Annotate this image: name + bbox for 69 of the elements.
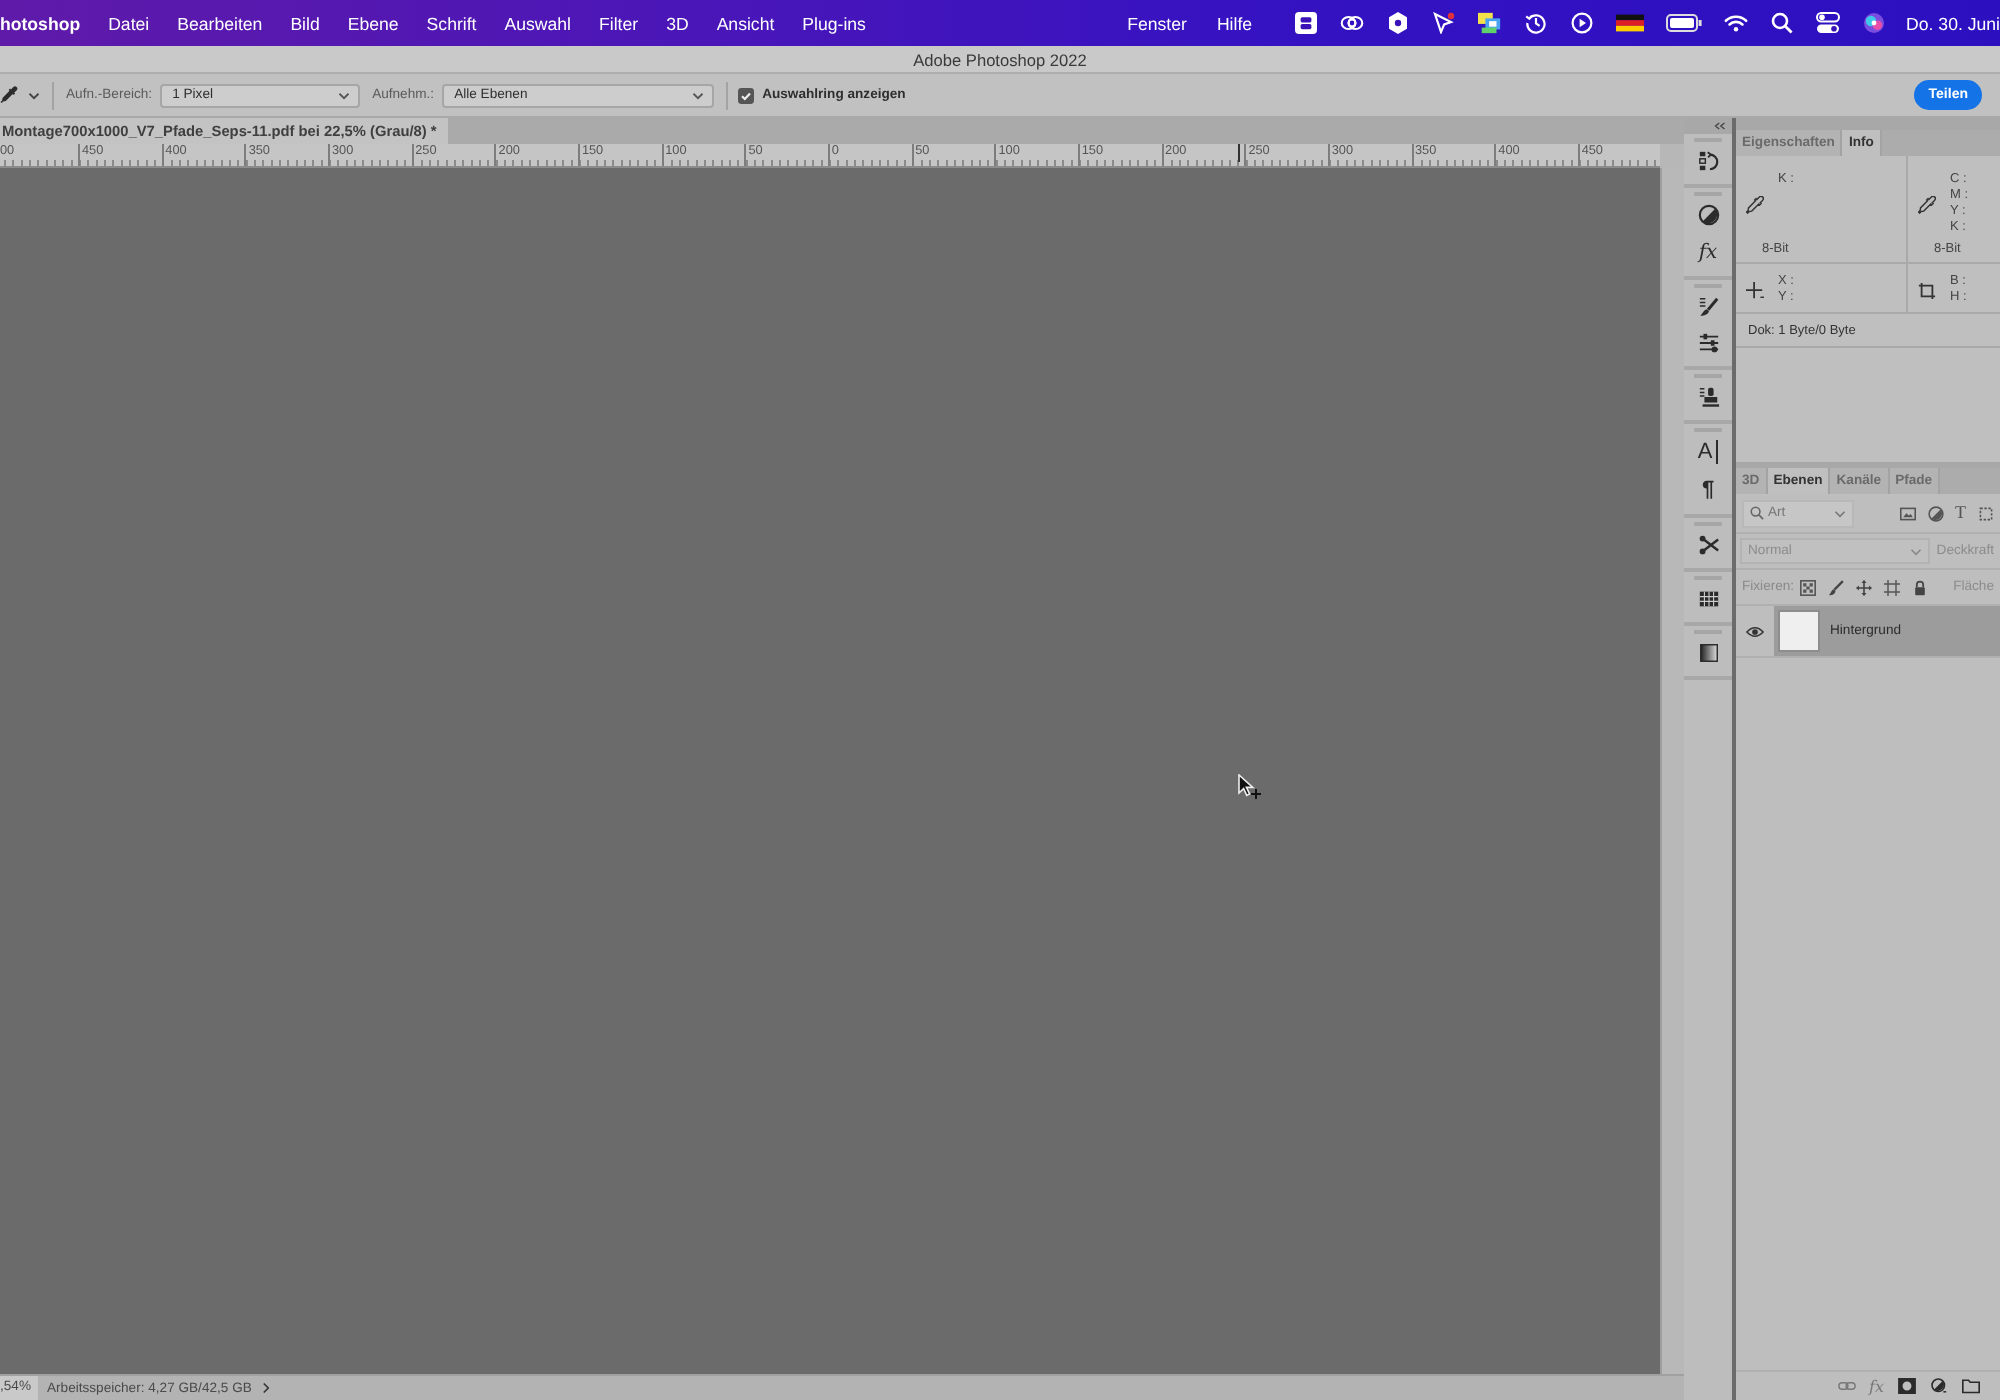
stamp-icon[interactable] [1697,386,1719,408]
mask-icon[interactable] [1898,1378,1916,1394]
styles-button[interactable]: fx [1698,240,1718,264]
menu-item[interactable]: Bild [290,13,320,33]
pointer-icon[interactable] [1432,12,1457,34]
eyedropper-icon[interactable] [0,86,18,104]
caret-icon [1834,509,1846,517]
tile-icon[interactable] [1294,12,1319,34]
contrast-icon[interactable] [1697,204,1719,226]
search-icon [1750,506,1764,520]
clock[interactable]: Do. 30. Juni [1906,13,2000,33]
dashed-frame-icon[interactable] [1978,505,1994,521]
menu-item[interactable]: Schrift [426,13,477,33]
menu-item[interactable]: Datei [108,13,150,33]
hash-grid-icon[interactable] [1884,579,1901,595]
type-filter-button[interactable]: T [1955,504,1966,522]
collapse-icon[interactable] [1714,122,1726,130]
sliders-icon[interactable] [1697,332,1719,354]
hexagon-icon[interactable] [1386,12,1411,34]
menu-item[interactable]: Hilfe [1216,13,1253,33]
character-button[interactable]: A [1697,440,1719,464]
history-icon[interactable] [1697,150,1719,172]
caret-icon [692,91,705,99]
caret-icon [1910,547,1923,555]
play-icon[interactable] [1570,12,1595,34]
window-title: Adobe Photoshop 2022 [913,49,1087,69]
clock-arrow-icon[interactable] [1524,12,1549,34]
checkbox[interactable] [738,87,755,103]
menu-item[interactable]: Plug-ins [802,13,866,33]
contrast-icon[interactable] [1927,505,1943,521]
eyedropper-icon [1746,196,1764,214]
eye-icon[interactable] [1746,625,1764,637]
folder-icon[interactable] [1962,1378,1980,1394]
flag-icon[interactable] [1616,14,1645,32]
search-icon[interactable] [1770,12,1795,34]
move-icon[interactable] [1856,579,1873,595]
scissors-icon[interactable] [1697,534,1719,556]
chevron-icon[interactable] [261,1382,270,1394]
grid-icon[interactable] [1697,588,1719,610]
brush-icon[interactable] [1828,579,1845,595]
menu-item[interactable]: Ansicht [716,13,775,33]
contrast-icon[interactable] [1930,1378,1948,1394]
menu-item[interactable]: Auswahl [504,13,571,33]
lock-icon[interactable] [1912,579,1929,595]
orb-icon[interactable] [1862,12,1887,34]
cursor-icon [1238,774,1262,800]
app-menu[interactable]: hotoshop [0,13,81,33]
toggles-icon[interactable] [1816,12,1841,34]
brush-icon[interactable] [1697,296,1719,318]
menu-item[interactable]: Filter [599,13,639,33]
display-icon[interactable] [1478,12,1503,34]
menu-item[interactable]: Ebene [347,13,399,33]
cursor-marker [1238,144,1240,162]
crop-frame-icon [1918,281,1936,299]
loops-icon[interactable] [1340,12,1365,34]
caret-icon [338,91,351,99]
checkerboard-icon[interactable] [1800,579,1817,595]
eyedropper-icon [1918,196,1936,214]
menu-item[interactable]: Fenster [1127,13,1187,33]
wifi-icon[interactable] [1724,12,1749,34]
paragraph-button[interactable]: ¶ [1701,478,1715,502]
crosshair-icon [1746,281,1764,299]
layer-thumbnail [1778,610,1820,652]
image-icon[interactable] [1899,505,1915,521]
caret-icon[interactable] [28,91,40,99]
gradient-icon[interactable] [1697,642,1719,664]
menu-item[interactable]: 3D [666,13,689,33]
menu-item[interactable]: Bearbeiten [177,13,263,33]
battery-icon[interactable] [1666,14,1703,32]
